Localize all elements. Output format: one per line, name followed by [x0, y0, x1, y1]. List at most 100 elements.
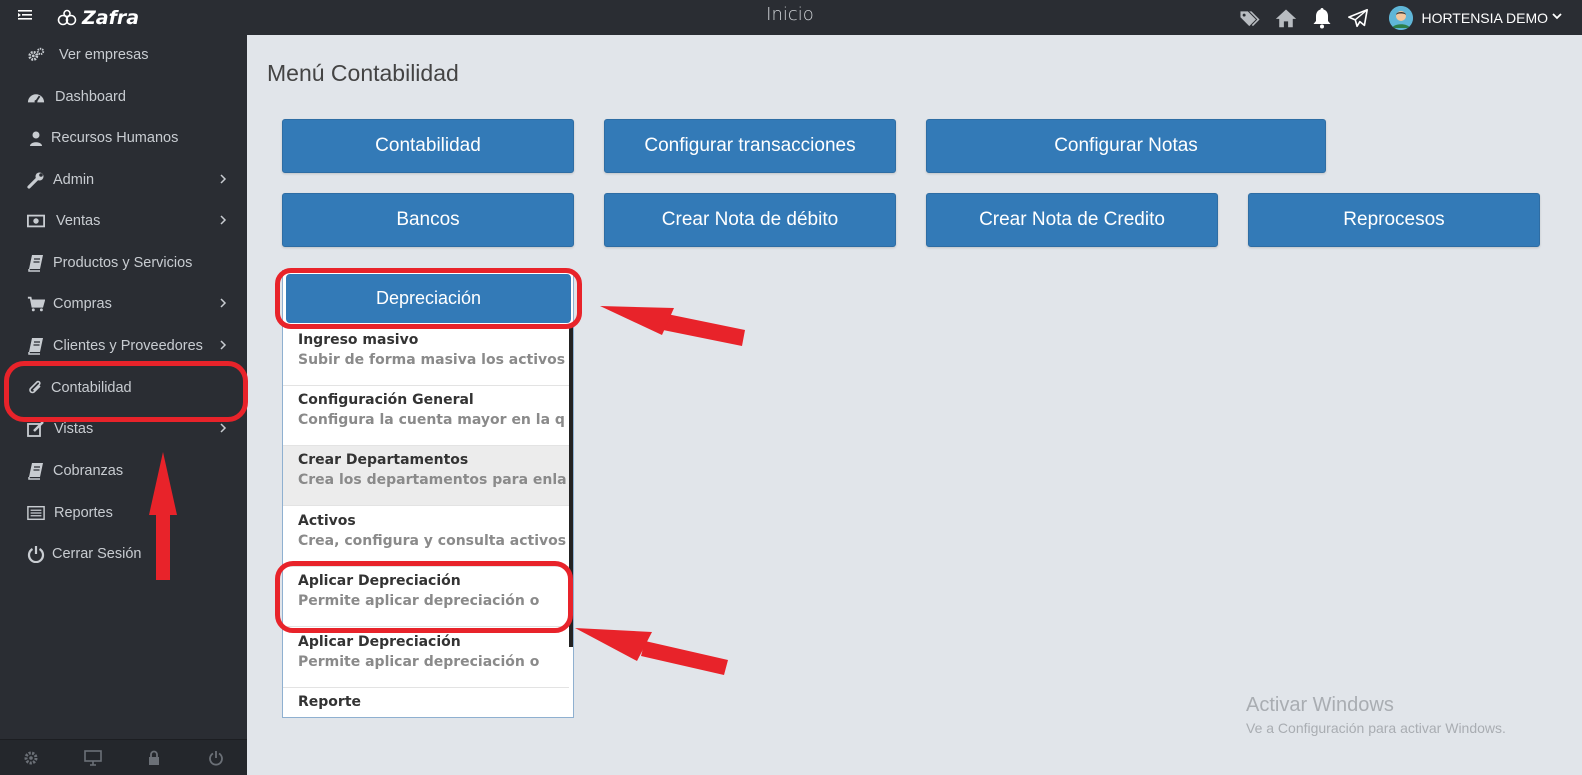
book-icon	[27, 337, 45, 355]
configurar-transacciones-button[interactable]: Configurar transacciones	[604, 119, 896, 173]
sidebar-item-label: Clientes y Proveedores	[53, 338, 203, 354]
monitor-icon[interactable]	[62, 740, 124, 775]
dropdown-item-aplicar-depreciacion[interactable]: Aplicar Depreciación Permite aplicar dep…	[283, 567, 569, 627]
chevron-right-icon	[219, 214, 227, 228]
user-name: HORTENSIA DEMO	[1421, 9, 1548, 26]
sidebar-item-cerrar-sesion[interactable]: Cerrar Sesión	[0, 536, 247, 572]
book-icon	[27, 462, 45, 480]
bell-icon[interactable]	[1311, 7, 1333, 29]
user-menu[interactable]: HORTENSIA DEMO	[1389, 5, 1562, 30]
bancos-button[interactable]: Bancos	[282, 193, 574, 247]
sidebar-item-reportes[interactable]: Reportes	[0, 495, 247, 531]
sidebar-footer	[0, 739, 247, 775]
sidebar-item-clientes-proveedores[interactable]: Clientes y Proveedores	[0, 328, 247, 364]
item-title: Reporte	[298, 694, 362, 710]
item-subtitle: Crea, configura y consulta activos.	[298, 533, 566, 549]
item-subtitle: Permite aplicar depreciación o	[298, 593, 540, 609]
item-title: Configuración General	[298, 392, 474, 408]
user-icon	[27, 129, 45, 147]
chevron-down-icon	[1552, 12, 1562, 23]
crear-nota-credito-button[interactable]: Crear Nota de Credito	[926, 193, 1218, 247]
dropdown-item-activos[interactable]: Activos Crea, configura y consulta activ…	[283, 507, 569, 567]
sidebar-item-label: Contabilidad	[51, 380, 132, 396]
sidebar-item-label: Dashboard	[55, 89, 126, 105]
item-title: Aplicar Depreciación	[298, 634, 461, 650]
logo-icon	[57, 9, 77, 26]
avatar	[1389, 5, 1414, 30]
sidebar-item-ver-empresas[interactable]: Ver empresas	[0, 37, 247, 73]
chevron-right-icon	[219, 173, 227, 187]
sidebar-item-label: Cerrar Sesión	[52, 546, 142, 562]
sidebar-item-label: Reportes	[54, 505, 113, 521]
wrench-icon	[27, 171, 45, 189]
crear-nota-debito-button[interactable]: Crear Nota de débito	[604, 193, 896, 247]
cogs-icon	[27, 46, 45, 64]
page-header-title: Inicio	[766, 4, 814, 25]
brand-logo[interactable]: Zafra	[57, 6, 139, 30]
brand-name: Zafra	[82, 7, 140, 29]
sidebar-item-compras[interactable]: Compras	[0, 286, 247, 322]
sidebar-item-label: Vistas	[54, 421, 94, 437]
dropdown-item-configuracion-general[interactable]: Configuración General Configura la cuent…	[283, 386, 569, 446]
depreciacion-button[interactable]: Depreciación	[286, 274, 571, 323]
menu-toggle-icon[interactable]	[17, 8, 33, 22]
dashboard-icon	[27, 88, 45, 106]
scrollbar[interactable]	[569, 327, 573, 647]
item-subtitle: Configura la cuenta mayor en la que	[298, 412, 566, 428]
dropdown-item-ingreso-masivo[interactable]: Ingreso masivo Subir de forma masiva los…	[283, 326, 569, 386]
paperclip-icon	[27, 379, 45, 397]
sidebar-item-admin[interactable]: Admin	[0, 162, 247, 198]
sidebar-item-contabilidad[interactable]: Contabilidad	[0, 370, 247, 406]
lock-icon[interactable]	[124, 740, 186, 775]
power-icon	[27, 545, 45, 563]
power-icon[interactable]	[185, 740, 247, 775]
home-icon[interactable]	[1275, 7, 1297, 29]
cart-icon	[27, 295, 45, 313]
contabilidad-button[interactable]: Contabilidad	[282, 119, 574, 173]
header-actions: HORTENSIA DEMO	[1239, 0, 1582, 35]
chevron-right-icon	[219, 339, 227, 353]
item-subtitle: Subir de forma masiva los activos.	[298, 352, 566, 368]
sidebar-item-label: Ver empresas	[59, 47, 149, 63]
dropdown-item-aplicar-depreciacion-2[interactable]: Aplicar Depreciación Permite aplicar dep…	[283, 628, 569, 688]
item-subtitle: Permite aplicar depreciación o	[298, 654, 540, 670]
windows-activation-watermark: Activar Windows Ve a Configuración para …	[1246, 694, 1506, 736]
sidebar-item-label: Cobranzas	[53, 463, 124, 479]
watermark-title: Activar Windows	[1246, 694, 1394, 716]
sidebar-item-recursos-humanos[interactable]: Recursos Humanos	[0, 120, 247, 156]
tags-icon[interactable]	[1239, 7, 1261, 29]
watermark-subtitle: Ve a Configuración para activar Windows.	[1246, 720, 1506, 736]
item-title: Ingreso masivo	[298, 332, 419, 348]
dropdown-item-crear-departamentos[interactable]: Crear Departamentos Crea los departament…	[283, 446, 569, 506]
configurar-notas-button[interactable]: Configurar Notas	[926, 119, 1326, 173]
reprocesos-button[interactable]: Reprocesos	[1248, 193, 1540, 247]
page-title: Menú Contabilidad	[267, 60, 459, 86]
book-icon	[27, 254, 45, 272]
sidebar-item-label: Ventas	[56, 213, 101, 229]
sidebar-item-label: Productos y Servicios	[53, 255, 193, 271]
sidebar-item-label: Compras	[53, 296, 112, 312]
paper-plane-icon[interactable]	[1347, 7, 1369, 29]
dropdown-item-reporte[interactable]: Reporte	[283, 688, 569, 717]
depreciacion-dropdown: Depreciación Ingreso masivo Subir de for…	[282, 270, 574, 718]
item-title: Crear Departamentos	[298, 452, 469, 468]
sidebar-item-label: Admin	[53, 172, 95, 188]
sidebar-item-cobranzas[interactable]: Cobranzas	[0, 453, 247, 489]
arrow-left-depreciacion	[600, 306, 745, 346]
list-icon	[27, 504, 45, 522]
edit-icon	[27, 420, 45, 438]
item-title: Aplicar Depreciación	[298, 573, 461, 589]
item-subtitle: Crea los departamentos para enlazar	[298, 472, 566, 488]
settings-icon[interactable]	[0, 740, 62, 775]
chevron-right-icon	[219, 297, 227, 311]
chevron-right-icon	[219, 422, 227, 436]
arrow-left-aplicar	[575, 628, 728, 675]
sidebar-item-dashboard[interactable]: Dashboard	[0, 79, 247, 115]
top-bar: Zafra Inicio HORTENSIA DEMO	[0, 0, 1582, 35]
item-title: Activos	[298, 513, 356, 529]
sidebar-item-vistas[interactable]: Vistas	[0, 411, 247, 447]
sidebar-item-ventas[interactable]: Ventas	[0, 203, 247, 239]
sidebar-item-label: Recursos Humanos	[51, 130, 179, 146]
sidebar-item-productos-servicios[interactable]: Productos y Servicios	[0, 245, 247, 281]
sidebar: Ver empresas Dashboard Recursos Humanos …	[0, 35, 247, 775]
